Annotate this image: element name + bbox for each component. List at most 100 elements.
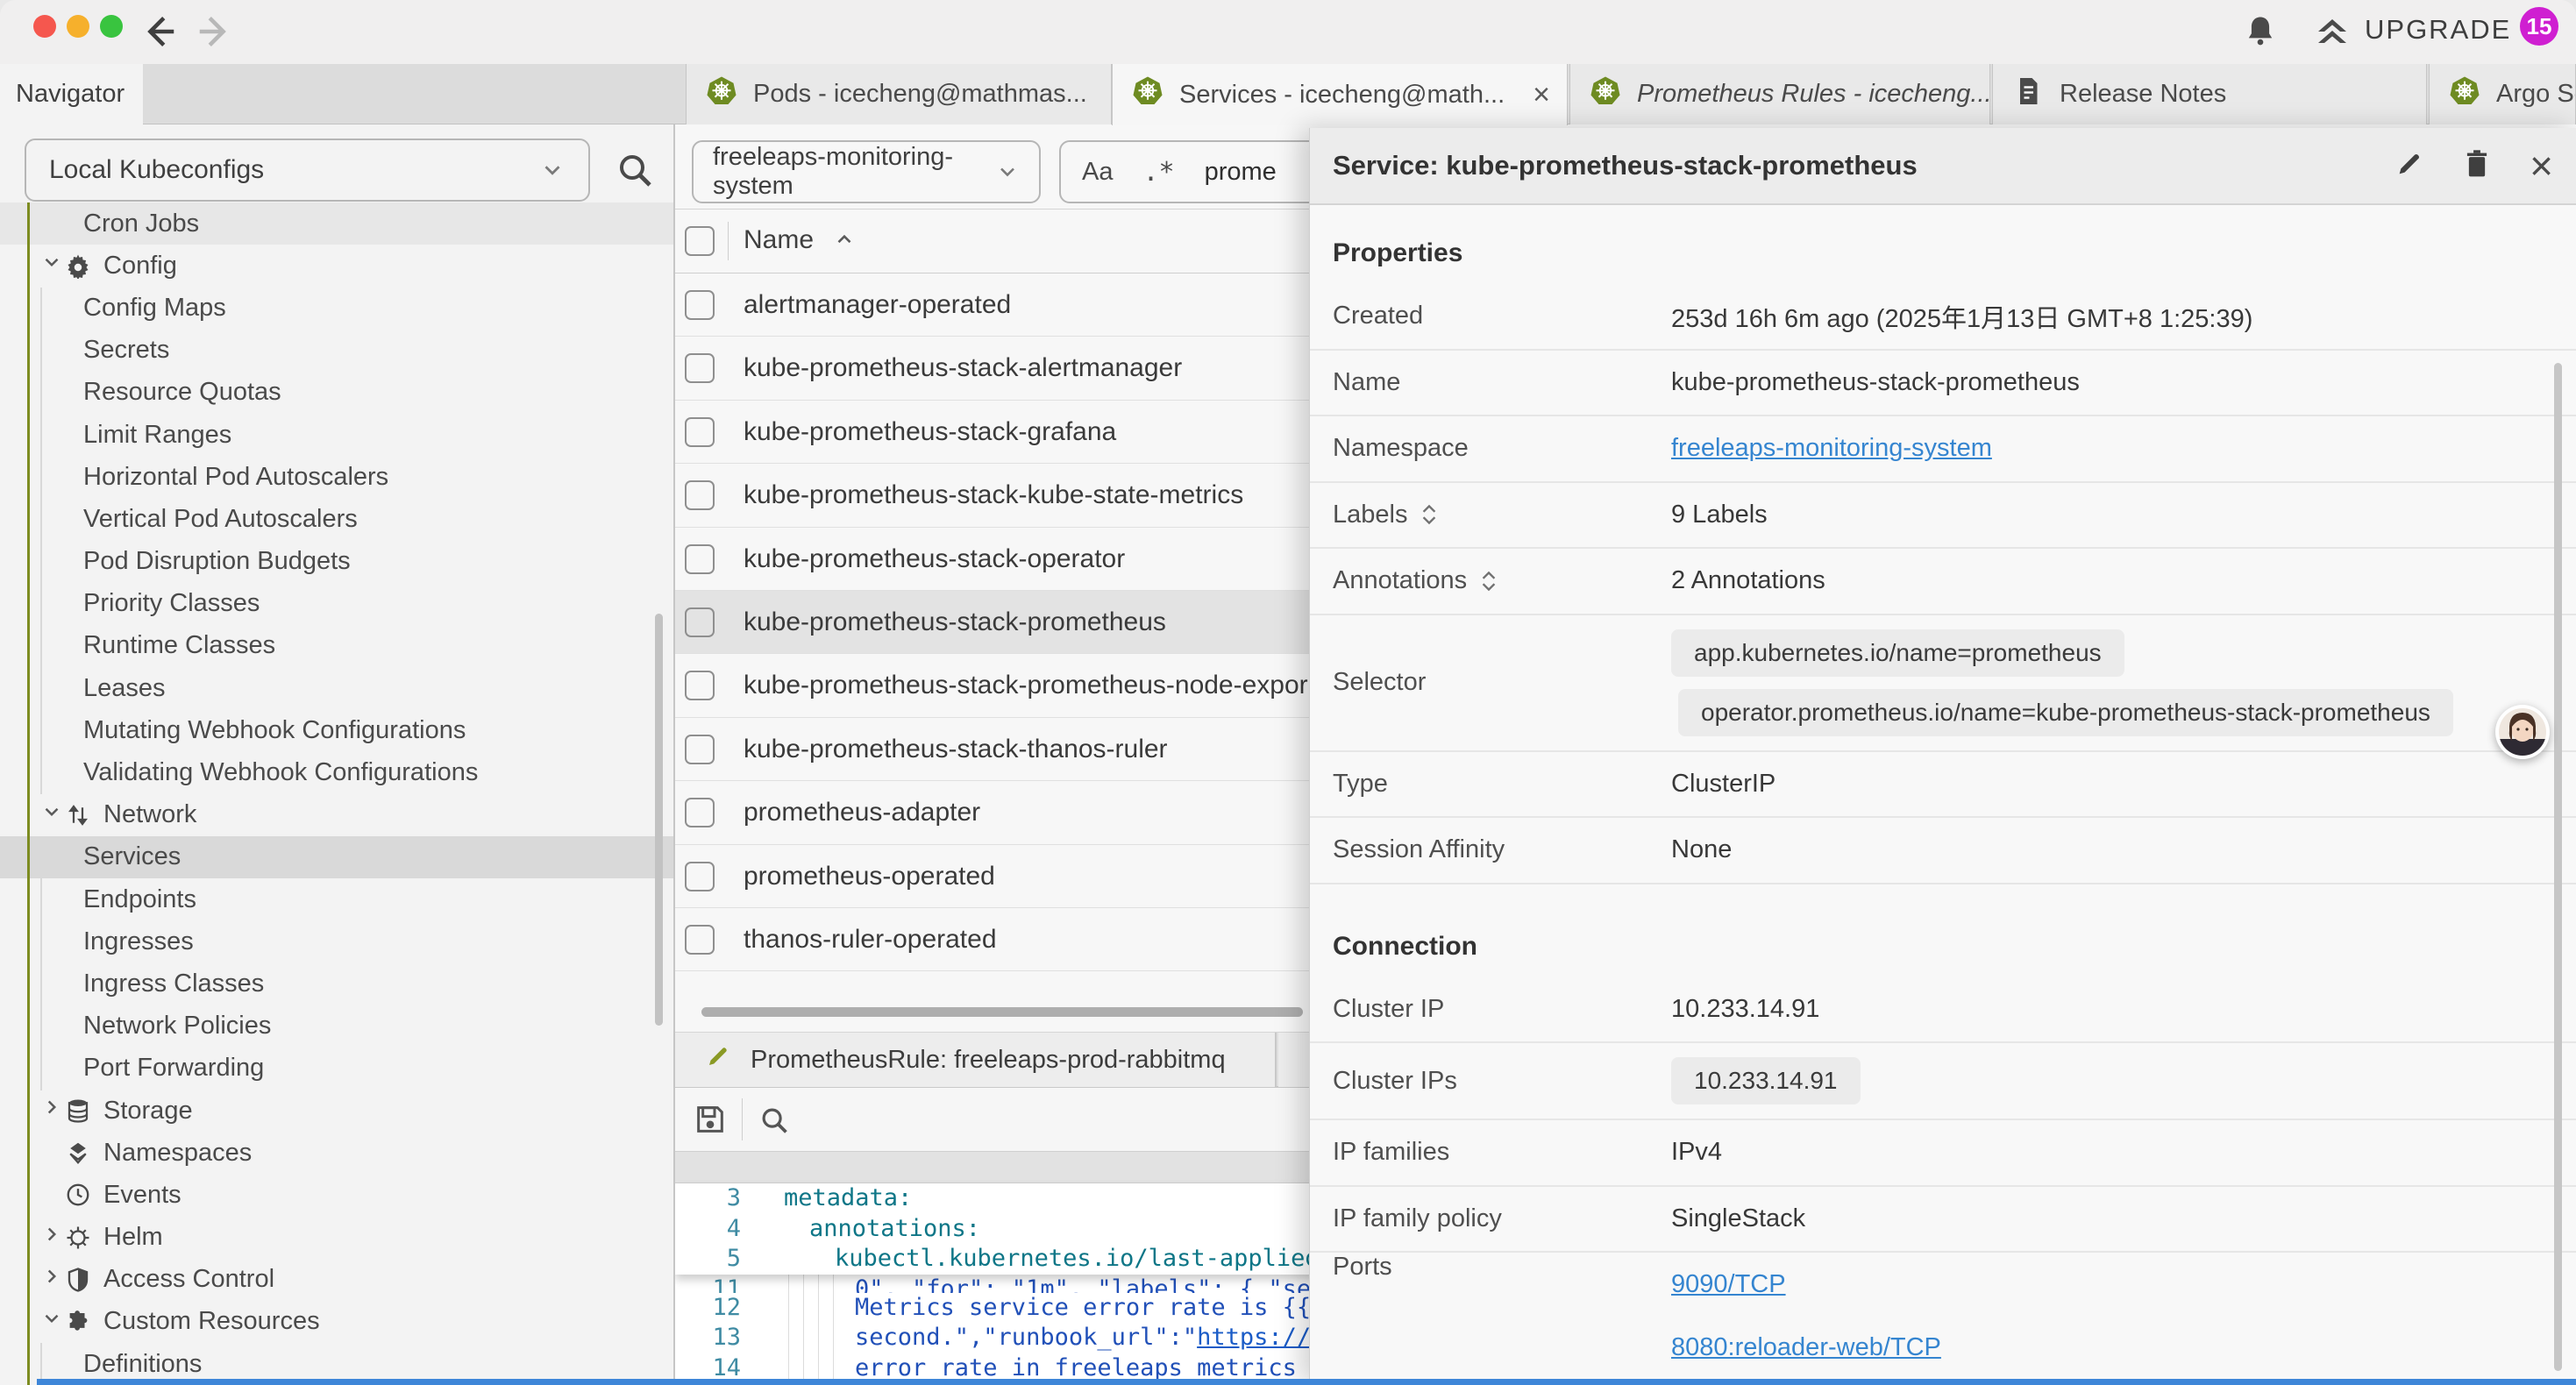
- row-checkbox[interactable]: [685, 798, 715, 827]
- sidebar-item-ingress-classes[interactable]: Ingress Classes: [0, 962, 673, 1005]
- property-value: 2 Annotations: [1671, 566, 1825, 595]
- sidebar-item-network-policies[interactable]: Network Policies: [0, 1005, 673, 1048]
- sidebar-item-priority-classes[interactable]: Priority Classes: [0, 583, 673, 625]
- sort-toggle-icon[interactable]: [1420, 501, 1439, 528]
- sidebar-item-resource-quotas[interactable]: Resource Quotas: [0, 372, 673, 414]
- detail-panel-title: Service: kube-prometheus-stack-prometheu…: [1333, 150, 1918, 181]
- sidebar-item-config[interactable]: Config: [0, 245, 673, 287]
- kubeconfig-selector[interactable]: Local Kubeconfigs: [25, 138, 590, 202]
- sidebar-item-access-control[interactable]: Access Control: [0, 1259, 673, 1301]
- sidebar-item-namespaces[interactable]: Namespaces: [0, 1132, 673, 1174]
- edit-pencil-icon[interactable]: [2395, 149, 2424, 183]
- tab-label: Services - icecheng@math...: [1179, 81, 1505, 110]
- detail-panel-scrollbar[interactable]: [2554, 363, 2562, 1371]
- minimize-window-button[interactable]: [67, 15, 89, 38]
- sidebar-item-helm[interactable]: Helm: [0, 1217, 673, 1259]
- row-checkbox[interactable]: [685, 480, 715, 510]
- app-tab-services-icecheng-math[interactable]: Services - icecheng@math... ×: [1112, 64, 1568, 125]
- sidebar-item-endpoints[interactable]: Endpoints: [0, 878, 673, 920]
- save-icon[interactable]: [693, 1102, 728, 1141]
- editor-search-icon[interactable]: [758, 1104, 791, 1141]
- port-link[interactable]: 9090/TCP: [1671, 1270, 1786, 1299]
- chevron-down-icon[interactable]: [39, 800, 65, 830]
- row-checkbox[interactable]: [685, 735, 715, 764]
- notification-count-badge[interactable]: 15: [2520, 7, 2558, 46]
- row-checkbox[interactable]: [685, 417, 715, 447]
- sidebar-item-mutating-webhook-configurations[interactable]: Mutating Webhook Configurations: [0, 709, 673, 751]
- chevron-right-icon[interactable]: [39, 1096, 65, 1126]
- chevron-right-icon[interactable]: [39, 1223, 65, 1253]
- row-checkbox[interactable]: [685, 925, 715, 955]
- chevron-right-icon[interactable]: [39, 1265, 65, 1295]
- property-row-cluster-ip: Cluster IP10.233.14.91: [1310, 977, 2576, 1044]
- tab-label: Prometheus Rules - icecheng...: [1637, 80, 1990, 109]
- chevron-down-icon[interactable]: [39, 1307, 65, 1337]
- sidebar-item-network[interactable]: Network: [0, 794, 673, 836]
- sidebar-item-services[interactable]: Services: [0, 836, 673, 878]
- row-checkbox[interactable]: [685, 671, 715, 700]
- row-checkbox[interactable]: [685, 544, 715, 574]
- value-chip: 10.233.14.91: [1671, 1057, 1861, 1104]
- app-tab-prometheus-rules-icecheng[interactable]: Prometheus Rules - icecheng...: [1569, 64, 1990, 124]
- match-case-toggle[interactable]: Aa: [1082, 158, 1113, 187]
- divider: [728, 222, 729, 260]
- sidebar-item-label: Ingresses: [83, 927, 194, 956]
- close-tab-icon[interactable]: ×: [1533, 80, 1550, 110]
- sidebar-item-port-forwarding[interactable]: Port Forwarding: [0, 1048, 673, 1090]
- row-checkbox[interactable]: [685, 290, 715, 320]
- sidebar-item-runtime-classes[interactable]: Runtime Classes: [0, 625, 673, 667]
- avatar[interactable]: [2495, 705, 2550, 759]
- sidebar-item-custom-resources[interactable]: Custom Resources: [0, 1301, 673, 1343]
- upgrade-label[interactable]: UPGRADE: [2365, 14, 2511, 46]
- delete-trash-icon[interactable]: [2463, 149, 2491, 183]
- regex-toggle[interactable]: .*: [1142, 157, 1174, 188]
- sidebar-item-leases[interactable]: Leases: [0, 667, 673, 709]
- chevron-down-icon[interactable]: [39, 251, 65, 281]
- kubernetes-icon: [1132, 75, 1163, 114]
- app-tab-release-notes[interactable]: Release Notes: [1992, 64, 2427, 124]
- line-number: 12: [675, 1293, 741, 1324]
- row-checkbox[interactable]: [685, 862, 715, 891]
- property-label: Type: [1310, 770, 1671, 799]
- sidebar-item-vertical-pod-autoscalers[interactable]: Vertical Pod Autoscalers: [0, 498, 673, 540]
- close-icon[interactable]: ×: [2530, 146, 2553, 186]
- sidebar-item-horizontal-pod-autoscalers[interactable]: Horizontal Pod Autoscalers: [0, 456, 673, 498]
- column-header-name[interactable]: Name: [744, 225, 856, 255]
- sidebar-item-secrets[interactable]: Secrets: [0, 330, 673, 372]
- namespace-filter-dropdown[interactable]: freeleaps-monitoring-system: [692, 140, 1041, 203]
- port-link[interactable]: 8080:reloader-web/TCP: [1671, 1333, 1941, 1362]
- sidebar-item-events[interactable]: Events: [0, 1174, 673, 1216]
- sort-toggle-icon[interactable]: [1479, 568, 1498, 594]
- back-button[interactable]: [139, 11, 179, 52]
- sidebar-item-storage[interactable]: Storage: [0, 1090, 673, 1132]
- sidebar-scrollbar[interactable]: [655, 614, 663, 1026]
- forward-button[interactable]: [195, 11, 235, 52]
- app-tab-pods-icecheng-mathmas[interactable]: Pods - icecheng@mathmas...: [686, 64, 1112, 124]
- editor-tab-prometheusrule[interactable]: PrometheusRule: freeleaps-prod-rabbitmq: [675, 1033, 1277, 1087]
- select-all-checkbox[interactable]: [685, 226, 715, 256]
- notifications-bell-icon[interactable]: [2241, 12, 2280, 55]
- navigator-panel-tab[interactable]: Navigator: [0, 64, 143, 124]
- chevron-down-icon: [995, 160, 1020, 184]
- sidebar-item-cron-jobs[interactable]: Cron Jobs: [0, 202, 673, 245]
- sidebar-item-limit-ranges[interactable]: Limit Ranges: [0, 414, 673, 456]
- sidebar-item-ingresses[interactable]: Ingresses: [0, 920, 673, 962]
- close-window-button[interactable]: [33, 15, 56, 38]
- row-checkbox[interactable]: [685, 607, 715, 637]
- app-tab-argo-se[interactable]: Argo Se: [2429, 64, 2576, 124]
- maximize-window-button[interactable]: [100, 15, 123, 38]
- sidebar-item-pod-disruption-budgets[interactable]: Pod Disruption Budgets: [0, 541, 673, 583]
- column-header-label: Name: [744, 225, 814, 255]
- row-checkbox[interactable]: [685, 353, 715, 383]
- horizontal-scrollbar[interactable]: [701, 1007, 1303, 1017]
- service-name: prometheus-operated: [744, 862, 995, 891]
- kubernetes-icon: [706, 75, 737, 114]
- section-heading: Connection: [1310, 884, 2576, 977]
- namespace-link[interactable]: freeleaps-monitoring-system: [1671, 434, 1992, 463]
- sidebar-item-config-maps[interactable]: Config Maps: [0, 287, 673, 329]
- service-name: kube-prometheus-stack-prometheus-node-ex…: [744, 671, 1308, 700]
- sidebar-search-icon[interactable]: [614, 149, 656, 195]
- sort-ascending-icon: [833, 229, 856, 252]
- upgrade-icon[interactable]: [2311, 12, 2353, 59]
- sidebar-item-validating-webhook-configurations[interactable]: Validating Webhook Configurations: [0, 751, 673, 793]
